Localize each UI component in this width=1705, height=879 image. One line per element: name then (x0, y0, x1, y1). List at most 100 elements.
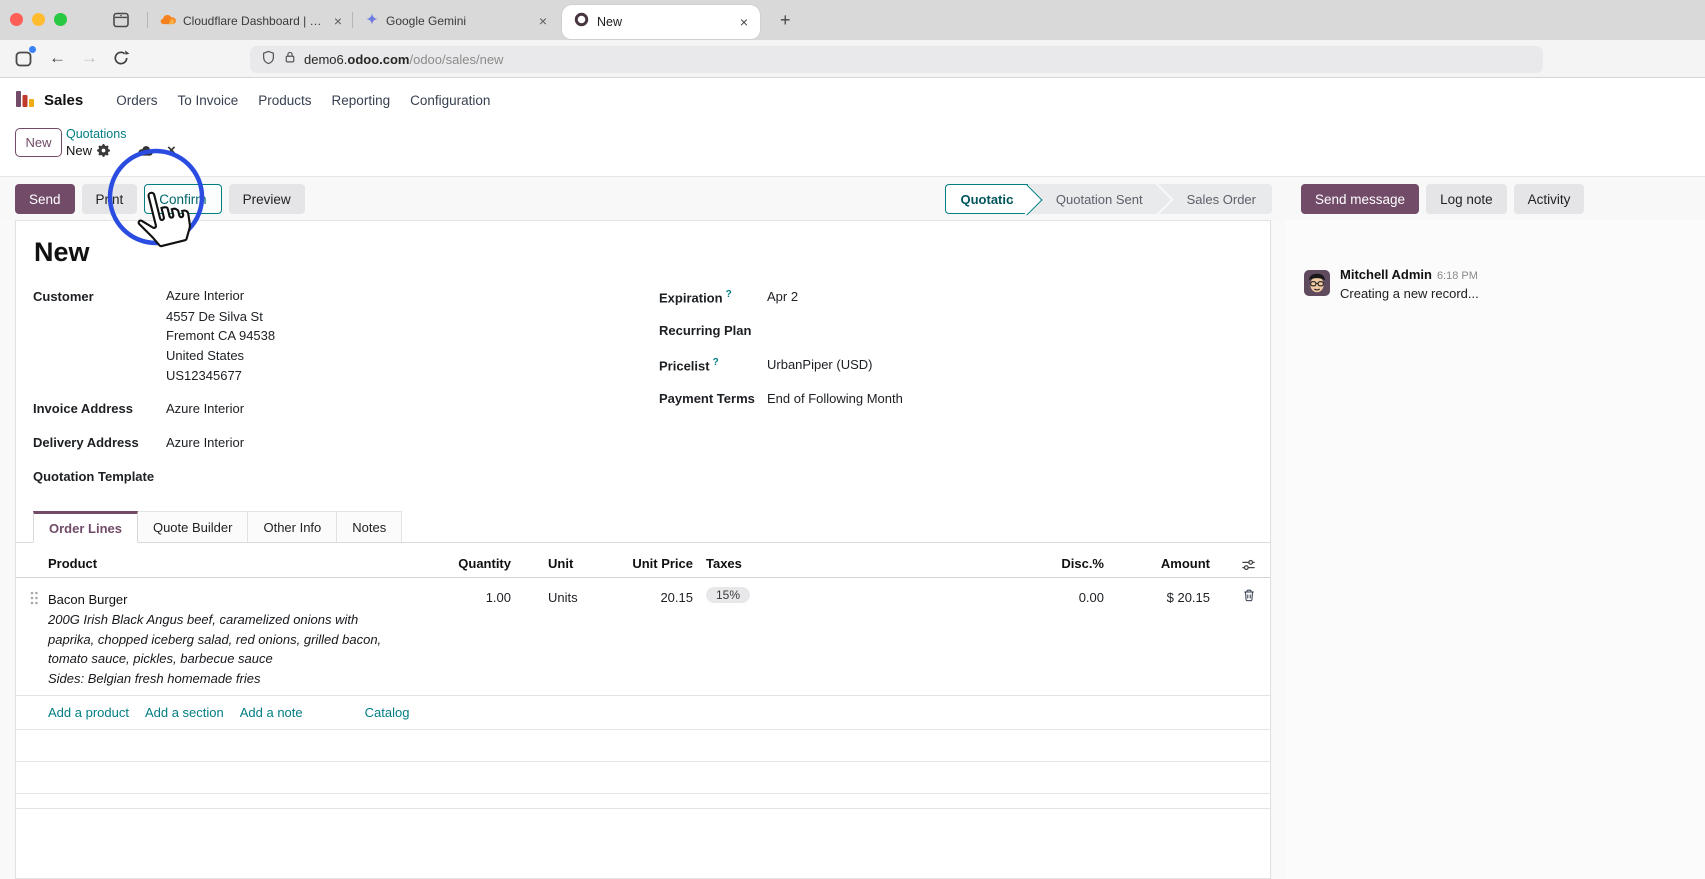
save-cloud-icon[interactable] (138, 144, 155, 157)
log-note-button[interactable]: Log note (1426, 184, 1507, 214)
col-product[interactable]: Product (48, 556, 428, 571)
reload-icon[interactable] (112, 49, 130, 72)
new-tab-button[interactable]: + (780, 9, 791, 31)
tab-separator (147, 12, 148, 28)
window-zoom-button[interactable] (54, 13, 67, 26)
sales-app-icon[interactable] (15, 88, 35, 113)
send-button[interactable]: Send (15, 184, 75, 214)
stage-sales-order[interactable]: Sales Order (1159, 184, 1272, 214)
invoice-address-field[interactable]: Azure Interior (166, 401, 244, 416)
col-unit-price[interactable]: Unit Price (601, 556, 693, 571)
tax-badge[interactable]: 15% (706, 587, 751, 603)
new-record-button[interactable]: New (15, 128, 62, 157)
customer-name[interactable]: Azure Interior (166, 286, 275, 306)
tab-close-icon[interactable]: × (539, 14, 547, 28)
sidebar-toggle-icon[interactable] (112, 11, 130, 34)
col-unit[interactable]: Unit (511, 556, 601, 571)
odoo-favicon (574, 12, 589, 32)
send-message-button[interactable]: Send message (1301, 184, 1420, 214)
product-cell[interactable]: Bacon Burger 200G Irish Black Angus beef… (48, 578, 428, 688)
amount-cell: $ 20.15 (1166, 590, 1210, 605)
nav-item-products[interactable]: Products (258, 93, 311, 108)
unit-cell[interactable]: Units (511, 578, 601, 605)
payment-terms-field[interactable]: End of Following Month (767, 391, 903, 406)
col-amount[interactable]: Amount (1104, 556, 1210, 571)
add-section-link[interactable]: Add a section (145, 705, 224, 720)
browser-tab-cloudflare[interactable]: Cloudflare Dashboard | Manage × (152, 8, 350, 34)
col-disc[interactable]: Disc.% (1014, 556, 1104, 571)
url-bar[interactable]: demo6.odoo.com/odoo/sales/new (250, 46, 1543, 73)
help-icon[interactable]: ? (726, 289, 732, 300)
screen: Cloudflare Dashboard | Manage × Google G… (0, 0, 1705, 879)
recurring-plan-label: Recurring Plan (659, 323, 752, 338)
discount-cell[interactable]: 0.00 (1014, 578, 1104, 605)
order-lines-header: Product Quantity Unit Unit Price Taxes D… (16, 550, 1270, 578)
tab-notes[interactable]: Notes (337, 511, 403, 542)
window-minimize-button[interactable] (32, 13, 45, 26)
chatter-timestamp: 6:18 PM (1436, 270, 1478, 282)
product-name[interactable]: Bacon Burger (48, 590, 428, 610)
back-button[interactable]: ← (49, 48, 66, 68)
optional-columns-icon[interactable] (1210, 552, 1270, 575)
taxes-cell[interactable]: 15% (693, 578, 1014, 603)
browser-tab-bar: Cloudflare Dashboard | Manage × Google G… (0, 0, 1705, 40)
nav-item-to-invoice[interactable]: To Invoice (177, 93, 238, 108)
tab-close-icon[interactable]: × (334, 14, 342, 28)
unit-price-cell[interactable]: 20.15 (601, 578, 693, 605)
browser-tab-gemini[interactable]: Google Gemini × (357, 8, 555, 34)
chatter-author[interactable]: Mitchell Admin (1340, 267, 1432, 282)
gemini-icon (365, 12, 379, 31)
nav-item-reporting[interactable]: Reporting (332, 93, 391, 108)
breadcrumb-quotations-link[interactable]: Quotations (66, 127, 176, 141)
order-line-row[interactable]: Bacon Burger 200G Irish Black Angus beef… (16, 578, 1270, 696)
tab-quote-builder[interactable]: Quote Builder (137, 511, 249, 542)
preview-button[interactable]: Preview (228, 184, 305, 214)
app-name[interactable]: Sales (44, 92, 83, 109)
confirm-button[interactable]: Confirm (144, 184, 222, 214)
notebook-tabs: Order Lines Quote Builder Other Info Not… (16, 511, 1270, 543)
tab-title: New (597, 15, 623, 29)
tab-other-info[interactable]: Other Info (248, 511, 338, 542)
tab-order-lines[interactable]: Order Lines (33, 511, 138, 543)
delete-row-icon[interactable] (1210, 578, 1270, 606)
nav-menu: Orders To Invoice Products Reporting Con… (116, 93, 490, 108)
pricelist-field[interactable]: UrbanPiper (USD) (767, 357, 872, 373)
tab-close-icon[interactable]: × (740, 14, 748, 30)
stage-quotation[interactable]: Quotation (944, 184, 1028, 214)
payment-terms-label: Payment Terms (659, 391, 755, 406)
col-quantity[interactable]: Quantity (428, 556, 511, 571)
add-note-link[interactable]: Add a note (240, 705, 303, 720)
customer-label: Customer (33, 289, 94, 304)
window-close-button[interactable] (10, 13, 23, 26)
lock-icon[interactable] (284, 50, 296, 69)
print-button[interactable]: Print (81, 184, 138, 214)
delivery-address-field[interactable]: Azure Interior (166, 435, 244, 450)
empty-row-divider (16, 793, 1270, 794)
help-icon[interactable]: ? (713, 357, 719, 368)
cloudflare-icon (160, 12, 176, 30)
expiration-label: Expiration? (659, 289, 732, 306)
col-taxes[interactable]: Taxes (693, 556, 1014, 571)
delivery-address-label: Delivery Address (33, 435, 139, 450)
pricelist-label: Pricelist? (659, 357, 719, 374)
nav-item-orders[interactable]: Orders (116, 93, 157, 108)
add-product-link[interactable]: Add a product (48, 705, 129, 720)
browser-tab-active-new[interactable]: New × (562, 5, 760, 39)
breadcrumb: Quotations New × (66, 127, 176, 158)
drag-handle[interactable] (16, 578, 48, 609)
catalog-link[interactable]: Catalog (365, 705, 410, 720)
discard-icon[interactable]: × (167, 143, 176, 158)
chatter-message: Creating a new record... (1340, 286, 1479, 301)
avatar (1304, 270, 1330, 296)
shield-icon[interactable] (262, 50, 275, 70)
gear-icon[interactable] (97, 144, 111, 157)
tab-title: Google Gemini (386, 14, 467, 28)
quantity-cell[interactable]: 1.00 (428, 578, 511, 605)
activity-button[interactable]: Activity (1513, 184, 1585, 214)
breadcrumb-row: New Quotations New × (0, 122, 1705, 176)
expiration-field[interactable]: Apr 2 (767, 289, 798, 305)
customer-field[interactable]: Azure Interior 4557 De Silva St Fremont … (166, 286, 275, 386)
nav-item-configuration[interactable]: Configuration (410, 93, 490, 108)
stage-quotation-sent[interactable]: Quotation Sent (1028, 184, 1159, 214)
forward-button[interactable]: → (81, 48, 98, 68)
